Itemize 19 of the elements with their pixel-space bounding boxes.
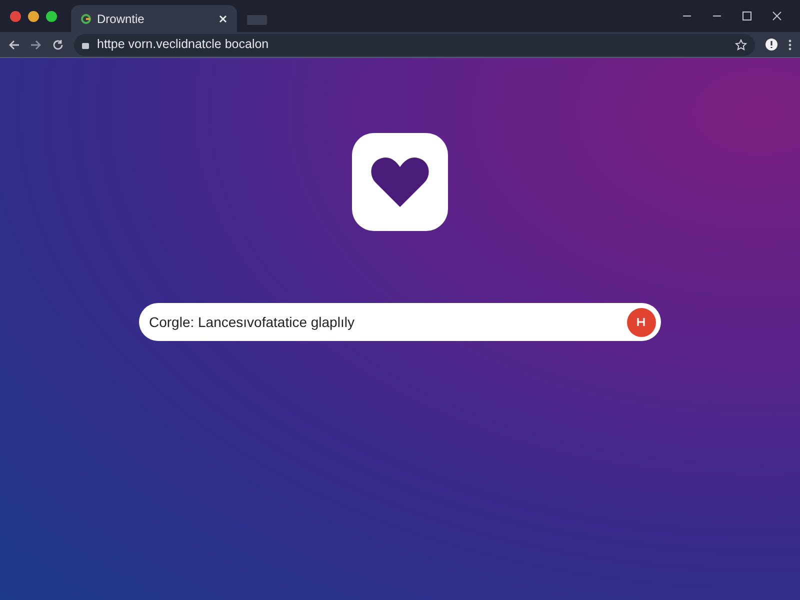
- address-bar[interactable]: httpe vorn.veclidnatcle bocalon: [74, 34, 755, 56]
- search-text: Corgle: Lancesıvofatatice glaplıly: [149, 312, 356, 332]
- search-field[interactable]: Corgle: Lancesıvofatatice glaplıly: [139, 303, 661, 341]
- star-icon[interactable]: [735, 38, 747, 50]
- browser-tab[interactable]: Drowntie: [71, 5, 237, 32]
- maximize-icon[interactable]: [742, 11, 752, 21]
- close-icon[interactable]: [772, 11, 782, 21]
- heart-icon: [370, 155, 430, 209]
- back-arrow-icon[interactable]: [8, 38, 20, 50]
- lock-icon: [82, 40, 89, 49]
- search-button[interactable]: [627, 308, 656, 336]
- forward-arrow-icon[interactable]: [30, 38, 42, 50]
- alert-icon[interactable]: [765, 38, 778, 51]
- close-tab-icon[interactable]: [219, 14, 227, 22]
- menu-dots-icon[interactable]: [788, 38, 792, 50]
- globe-favicon-icon: [81, 14, 91, 24]
- glyph-icon: [636, 317, 647, 327]
- url-text: httpe vorn.veclidnatcle bocalon: [97, 36, 270, 54]
- reload-icon[interactable]: [52, 38, 64, 50]
